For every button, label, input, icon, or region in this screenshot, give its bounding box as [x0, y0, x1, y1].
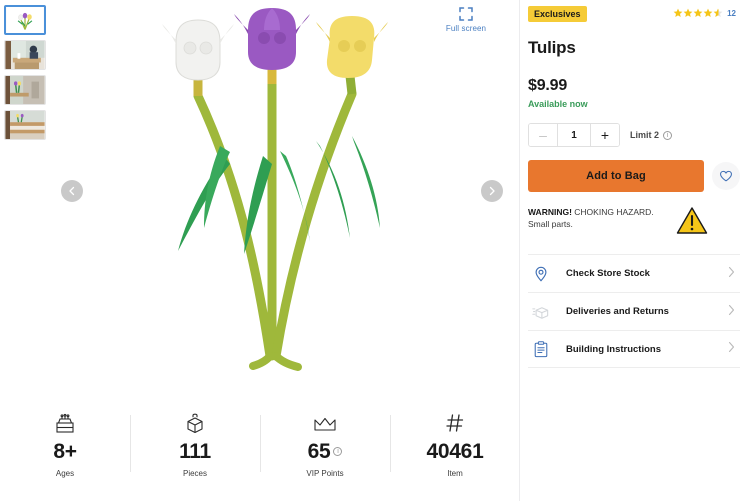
star-icon-4: [703, 8, 713, 17]
tulips-illustration: [120, 5, 430, 376]
expand-icon: [458, 6, 474, 22]
thumbnail-strip: [4, 5, 48, 140]
stat-vip-points-value: 65 i: [308, 440, 343, 464]
chevron-right-icon-1: [727, 265, 736, 283]
star-icon-3: [693, 8, 703, 17]
safety-warning-text: WARNING! CHOKING HAZARD. Small parts.: [528, 206, 654, 231]
thumbnail-item-3[interactable]: [4, 75, 46, 105]
link-building-instructions[interactable]: Building Instructions: [528, 330, 740, 368]
page-title: Tulips: [528, 38, 576, 57]
crown-icon: [312, 409, 338, 435]
quantity-value[interactable]: 1: [557, 124, 591, 146]
rating[interactable]: 12: [673, 6, 740, 18]
location-pin-icon: [528, 266, 554, 282]
warning-line2: Small parts.: [528, 219, 573, 230]
wishlist-button[interactable]: [712, 162, 740, 190]
stat-pieces-number: 111: [179, 439, 211, 463]
cake-icon: [53, 409, 77, 435]
instructions-icon: [528, 340, 554, 358]
stat-item-number: 40461 Item: [390, 409, 520, 478]
star-icon-2: [683, 8, 693, 17]
thumbnail-lifestyle-image-2: [5, 76, 45, 104]
stat-item-number-label: Item: [447, 468, 463, 478]
stat-vip-points: 65 i VIP Points: [260, 409, 390, 478]
quantity-stepper[interactable]: – 1 +: [528, 123, 620, 147]
availability-status: Available now: [528, 99, 588, 109]
chevron-right-icon: [489, 186, 495, 196]
product-details-panel: Exclusives 12 Tulips $9.99 Available now: [520, 0, 750, 501]
purchase-limit: Limit 2 i: [630, 130, 673, 140]
quantity-decrease-button[interactable]: –: [529, 124, 557, 146]
stat-ages-value: 8+: [53, 439, 77, 464]
gallery-prev-button[interactable]: [61, 180, 83, 202]
stat-item-number-number: 40461: [426, 439, 484, 463]
star-icon-1: [673, 8, 683, 17]
chevron-right-icon-2: [727, 303, 736, 321]
thumbnail-product-image: [6, 7, 44, 33]
link-check-store-stock[interactable]: Check Store Stock: [528, 254, 740, 292]
vip-points-info-icon[interactable]: i: [333, 447, 343, 456]
status-badge: Exclusives: [528, 6, 587, 22]
fullscreen-label: Full screen: [445, 24, 487, 33]
warning-strong: WARNING!: [528, 207, 572, 217]
chevron-right-icon-3: [727, 340, 736, 358]
add-to-bag-button[interactable]: Add to Bag: [528, 160, 704, 192]
thumbnail-item-2[interactable]: [4, 40, 46, 70]
rating-count: 12: [727, 8, 736, 18]
product-page: Full screen 8+ Ages 111 Pieces 65 i VIP …: [0, 0, 750, 501]
purchase-limit-label: Limit 2: [630, 130, 660, 140]
chevron-left-icon: [69, 186, 75, 196]
thumbnail-item-4[interactable]: [4, 110, 46, 140]
heart-icon: [720, 170, 732, 182]
thumbnail-item-1[interactable]: [4, 5, 46, 35]
stat-ages-label: Ages: [55, 468, 75, 478]
link-deliveries-and-returns[interactable]: Deliveries and Returns: [528, 292, 740, 330]
brick-icon: [183, 409, 207, 435]
stat-pieces: 111 Pieces: [130, 409, 260, 478]
thumbnail-lifestyle-image-3: [5, 111, 45, 139]
warning-triangle-icon: [676, 206, 708, 240]
stat-vip-points-number: 65: [307, 439, 331, 463]
hash-icon: [443, 409, 467, 435]
link-building-instructions-label: Building Instructions: [566, 343, 661, 355]
stat-pieces-value: 111: [179, 440, 211, 464]
limit-info-icon[interactable]: i: [663, 130, 673, 140]
link-deliveries-and-returns-label: Deliveries and Returns: [566, 306, 669, 317]
stat-item-number-value: 40461: [427, 440, 484, 464]
fullscreen-button[interactable]: Full screen: [436, 6, 496, 33]
hero-product-image[interactable]: [60, 0, 490, 381]
cta-row: Add to Bag: [528, 160, 740, 192]
quantity-row: – 1 + Limit 2 i: [528, 123, 740, 147]
quantity-increase-button[interactable]: +: [591, 124, 619, 146]
warning-hazard: CHOKING HAZARD.: [571, 207, 654, 217]
stat-pieces-label: Pieces: [182, 468, 207, 478]
delivery-box-icon: [528, 304, 554, 320]
stat-ages-number: 8+: [53, 439, 77, 463]
product-links-list: Check Store Stock Deliveries and Returns: [528, 254, 740, 368]
gallery-next-button[interactable]: [481, 180, 503, 202]
link-check-store-stock-label: Check Store Stock: [566, 268, 650, 279]
product-gallery: Full screen 8+ Ages 111 Pieces 65 i VIP …: [0, 0, 520, 501]
star-icon-5-half: [713, 8, 723, 17]
product-price: $9.99: [528, 77, 568, 94]
product-stats-bar: 8+ Ages 111 Pieces 65 i VIP Points 40461…: [0, 393, 520, 493]
rating-stars: [673, 8, 723, 18]
thumbnail-lifestyle-image-1: [5, 41, 45, 69]
stat-vip-points-label: VIP Points: [306, 468, 344, 478]
safety-warning: WARNING! CHOKING HAZARD. Small parts.: [528, 206, 740, 240]
stat-ages: 8+ Ages: [0, 409, 130, 478]
badge-and-rating-row: Exclusives 12: [528, 6, 740, 22]
